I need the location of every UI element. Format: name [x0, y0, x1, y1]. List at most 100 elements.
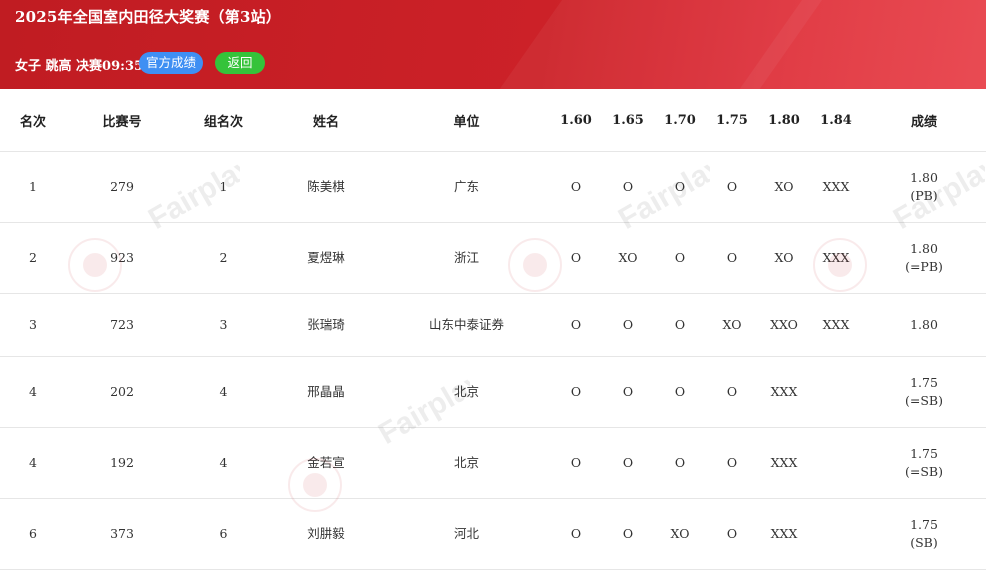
cell-attempt: XO: [706, 293, 758, 357]
cell-attempt: O: [602, 356, 654, 428]
cell-name: 夏煜琳: [269, 222, 383, 294]
result-value: 1.80: [910, 317, 938, 332]
cell-name: 刘肼毅: [269, 498, 383, 570]
cell-attempt: O: [706, 498, 758, 570]
cell-rank: 6: [0, 498, 66, 570]
cell-attempt: O: [550, 427, 602, 499]
cell-result: 1.75 (=SB): [862, 356, 986, 428]
result-value: 1.75: [910, 375, 938, 390]
cell-unit: 北京: [383, 356, 550, 428]
col-header-rank: 名次: [0, 89, 66, 152]
cell-name: 金若宣: [269, 427, 383, 499]
cell-result: 1.75 (SB): [862, 498, 986, 570]
cell-result: 1.80 (=PB): [862, 222, 986, 294]
cell-bib: 923: [66, 222, 178, 294]
table-row: 3 723 3 张瑞琦 山东中泰证券 O O O XO XXO XXX 1.80: [0, 293, 986, 357]
cell-attempt: XXX: [810, 151, 862, 223]
result-note: (=SB): [905, 464, 943, 479]
result-value: 1.75: [910, 517, 938, 532]
col-header-name: 姓名: [269, 89, 383, 152]
cell-name: 邢晶晶: [269, 356, 383, 428]
cell-attempt: O: [654, 151, 706, 223]
col-header-height: 1.70: [654, 89, 706, 152]
cell-rank: 4: [0, 427, 66, 499]
results-table-container: 名次 比赛号 组名次 姓名 单位 1.60 1.65 1.70 1.75 1.8…: [0, 89, 986, 570]
col-header-bib: 比赛号: [66, 89, 178, 152]
cell-attempt: XO: [758, 151, 810, 223]
cell-attempt: [810, 356, 862, 428]
cell-attempt: O: [550, 498, 602, 570]
cell-unit: 山东中泰证券: [383, 293, 550, 357]
cell-group-rank: 2: [178, 222, 269, 294]
col-header-height: 1.80: [758, 89, 810, 152]
result-note: (=SB): [905, 393, 943, 408]
result-note: (PB): [910, 188, 938, 203]
cell-attempt: O: [706, 222, 758, 294]
cell-group-rank: 3: [178, 293, 269, 357]
cell-bib: 723: [66, 293, 178, 357]
cell-attempt: O: [602, 151, 654, 223]
cell-attempt: XO: [758, 222, 810, 294]
table-row: 6 373 6 刘肼毅 河北 O O XO O XXX 1.75 (SB): [0, 498, 986, 570]
cell-rank: 2: [0, 222, 66, 294]
cell-attempt: O: [706, 356, 758, 428]
col-header-result: 成绩: [862, 89, 986, 152]
cell-attempt: O: [602, 498, 654, 570]
cell-attempt: XO: [654, 498, 706, 570]
cell-attempt: [810, 427, 862, 499]
cell-result: 1.75 (=SB): [862, 427, 986, 499]
cell-attempt: O: [602, 427, 654, 499]
cell-attempt: XXX: [810, 222, 862, 294]
back-button[interactable]: 返回: [215, 52, 265, 74]
col-header-height: 1.75: [706, 89, 758, 152]
cell-group-rank: 4: [178, 356, 269, 428]
official-results-button[interactable]: 官方成绩: [139, 52, 203, 74]
result-value: 1.80: [910, 241, 938, 256]
cell-result: 1.80: [862, 293, 986, 357]
page-title: 2025年全国室内田径大奖赛（第3站）: [15, 8, 281, 26]
cell-attempt: O: [654, 356, 706, 428]
event-label: 女子 跳高 决赛09:35: [15, 59, 144, 74]
cell-attempt: XXO: [758, 293, 810, 357]
cell-rank: 1: [0, 151, 66, 223]
cell-attempt: O: [550, 222, 602, 294]
cell-attempt: O: [602, 293, 654, 357]
cell-attempt: XXX: [758, 356, 810, 428]
result-value: 1.75: [910, 446, 938, 461]
cell-attempt: XXX: [810, 293, 862, 357]
col-header-group-rank: 组名次: [178, 89, 269, 152]
col-header-unit: 单位: [383, 89, 550, 152]
cell-attempt: XXX: [758, 427, 810, 499]
table-row: 1 279 1 陈美棋 广东 O O O O XO XXX 1.80 (PB): [0, 151, 986, 223]
cell-attempt: O: [550, 293, 602, 357]
cell-attempt: O: [550, 356, 602, 428]
cell-attempt: [810, 498, 862, 570]
cell-unit: 浙江: [383, 222, 550, 294]
cell-group-rank: 4: [178, 427, 269, 499]
cell-name: 陈美棋: [269, 151, 383, 223]
cell-bib: 373: [66, 498, 178, 570]
cell-attempt: XXX: [758, 498, 810, 570]
cell-attempt: O: [654, 222, 706, 294]
col-header-height: 1.84: [810, 89, 862, 152]
result-value: 1.80: [910, 170, 938, 185]
cell-group-rank: 1: [178, 151, 269, 223]
cell-name: 张瑞琦: [269, 293, 383, 357]
results-table: 名次 比赛号 组名次 姓名 单位 1.60 1.65 1.70 1.75 1.8…: [0, 89, 986, 570]
result-note: (SB): [910, 535, 938, 550]
table-header-row: 名次 比赛号 组名次 姓名 单位 1.60 1.65 1.70 1.75 1.8…: [0, 89, 986, 152]
cell-bib: 279: [66, 151, 178, 223]
table-row: 2 923 2 夏煜琳 浙江 O XO O O XO XXX 1.80 (=PB): [0, 222, 986, 294]
cell-result: 1.80 (PB): [862, 151, 986, 223]
cell-attempt: XO: [602, 222, 654, 294]
cell-group-rank: 6: [178, 498, 269, 570]
cell-rank: 3: [0, 293, 66, 357]
table-row: 4 192 4 金若宣 北京 O O O O XXX 1.75 (=SB): [0, 427, 986, 499]
cell-attempt: O: [706, 151, 758, 223]
cell-attempt: O: [654, 293, 706, 357]
cell-attempt: O: [550, 151, 602, 223]
cell-attempt: O: [706, 427, 758, 499]
result-note: (=PB): [905, 259, 943, 274]
cell-unit: 河北: [383, 498, 550, 570]
col-header-height: 1.65: [602, 89, 654, 152]
